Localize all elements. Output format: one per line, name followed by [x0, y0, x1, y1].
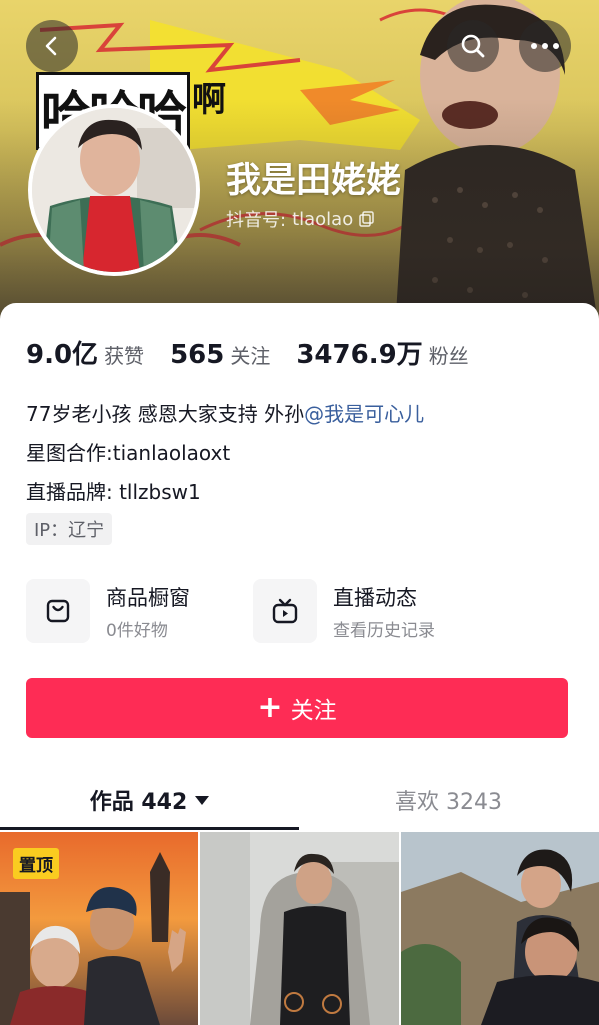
douyin-id-value: tlaolao	[292, 208, 354, 230]
stats-row: 9.0亿 获赞 565 关注 3476.9万 粉丝	[26, 334, 495, 371]
bio-mention-link[interactable]: @我是可心儿	[304, 402, 424, 426]
live-history-subtitle: 查看历史记录	[333, 620, 435, 641]
video-thumbnail-image	[401, 832, 599, 1025]
video-thumbnail-image	[200, 832, 399, 1025]
live-history-entry[interactable]: 直播动态 查看历史记录	[253, 579, 435, 643]
tab-likes-label: 喜欢 3243	[395, 790, 502, 815]
douyin-id-label: 抖音号:	[226, 210, 287, 231]
banner-text-small: 啊	[192, 80, 226, 120]
search-icon	[461, 34, 485, 58]
bio-line-1: 77岁老小孩 感恩大家支持 外孙@我是可心儿	[26, 398, 424, 427]
follow-button-label: 关注	[290, 698, 337, 724]
avatar-image	[32, 108, 196, 272]
following-label[interactable]: 关注	[230, 340, 270, 369]
chevron-left-icon	[45, 36, 57, 56]
following-count[interactable]: 565	[170, 340, 224, 370]
pinned-badge: 置顶	[13, 848, 59, 879]
ip-location-tag: IP：辽宁	[26, 513, 113, 545]
back-button[interactable]	[26, 20, 78, 72]
profile-name: 我是田姥姥	[226, 161, 402, 201]
shopping-bag-icon	[26, 579, 90, 643]
live-history-title: 直播动态	[333, 585, 417, 610]
tab-works[interactable]: 作品 442	[0, 770, 299, 830]
video-thumbnail[interactable]	[200, 832, 399, 1025]
plus-icon: +	[257, 690, 283, 725]
more-dots-icon	[531, 43, 559, 49]
caret-down-icon[interactable]	[195, 795, 210, 805]
tab-indicator	[0, 827, 299, 830]
follow-button[interactable]: + 关注	[26, 678, 568, 738]
shop-window-entry[interactable]: 商品橱窗 0件好物	[26, 579, 190, 643]
followers-count[interactable]: 3476.9万	[296, 334, 422, 371]
followers-label[interactable]: 粉丝	[429, 340, 469, 369]
likes-label: 获赞	[104, 344, 145, 368]
tab-likes[interactable]: 喜欢 3243	[299, 770, 598, 830]
douyin-id[interactable]: 抖音号: tlaolao	[226, 206, 375, 232]
video-thumbnail[interactable]	[401, 832, 599, 1025]
bio-text: 77岁老小孩 感恩大家支持 外孙	[26, 402, 305, 426]
avatar[interactable]	[28, 104, 200, 276]
tab-works-label: 作品 442	[89, 790, 188, 815]
more-button[interactable]	[519, 20, 571, 72]
copy-icon[interactable]	[359, 211, 375, 227]
bio-line-2: 星图合作:tianlaolaoxt	[26, 441, 231, 465]
shop-window-title: 商品橱窗	[106, 585, 190, 610]
content-tabs: 作品 442 喜欢 3243	[0, 770, 599, 830]
shop-window-subtitle: 0件好物	[106, 620, 168, 641]
bio-line-3: 直播品牌: tllzbsw1	[26, 480, 201, 504]
video-thumbnail[interactable]: 置顶	[0, 832, 198, 1025]
video-grid: 置顶	[0, 832, 599, 1025]
search-button[interactable]	[447, 20, 499, 72]
tv-icon	[253, 579, 317, 643]
likes-count: 9.0亿	[26, 340, 99, 370]
